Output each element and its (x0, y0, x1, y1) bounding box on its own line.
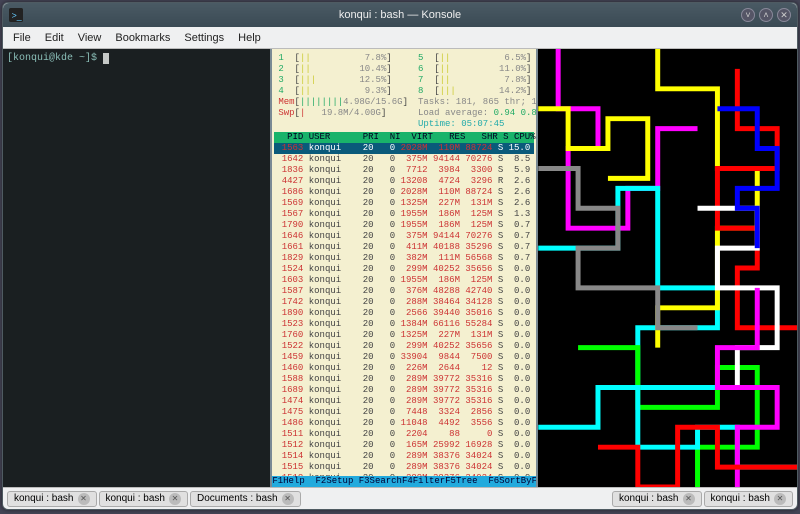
tab-close-icon[interactable]: ✕ (78, 493, 90, 505)
process-row[interactable]: 1512 konqui 20 0 165M 25992 16928 S 0.0 … (274, 440, 533, 451)
process-row[interactable]: 1569 konqui 20 0 1325M 227M 131M S 2.6 1… (274, 198, 533, 209)
process-row[interactable]: 1760 konqui 20 0 1325M 227M 131M S 0.0 1… (274, 330, 533, 341)
window-title: konqui : bash — Konsole (339, 9, 461, 21)
process-row[interactable]: 1514 konqui 20 0 289M 38376 34024 S 0.0 … (274, 451, 533, 462)
tabstrip-right: konqui : bash✕konqui : bash✕ (612, 491, 793, 507)
tab[interactable]: konqui : bash ✕ (7, 491, 97, 507)
process-row[interactable]: 1686 konqui 20 0 2028M 110M 88724 S 2.6 … (274, 187, 533, 198)
tab-close-icon[interactable]: ✕ (282, 493, 294, 505)
process-row[interactable]: 1890 konqui 20 0 2566 39440 35016 S 0.0 … (274, 308, 533, 319)
process-row[interactable]: 1829 konqui 20 0 382M 111M 56568 S 0.7 0… (274, 253, 533, 264)
terminal-pane-htop[interactable]: 1 [|| 7.8%]2 [|| 10.4%]3 [||| 12.5%]4 [|… (270, 49, 535, 487)
shell-prompt: [konqui@kde ~]$ (7, 53, 103, 64)
maximize-button[interactable]: ˄ (759, 8, 773, 22)
shell-cursor (103, 53, 109, 64)
process-row[interactable]: 1836 konqui 20 0 7712 3984 3300 S 5.9 3.… (274, 165, 533, 176)
tab-close-icon[interactable]: ✕ (683, 493, 695, 505)
terminal-pane-pipes[interactable] (536, 49, 797, 487)
tab[interactable]: konqui : bash✕ (99, 491, 189, 507)
tab[interactable]: Documents : bash ✕ (190, 491, 301, 507)
konsole-window: >_ konqui : bash — Konsole ˅ ˄ ✕ File Ed… (2, 2, 798, 510)
tabstrip-left: konqui : bash✕konqui : bash✕Documents : … (7, 491, 301, 507)
process-row[interactable]: 1603 konqui 20 0 1955M 186M 125M S 0.0 1… (274, 275, 533, 286)
pipes-screensaver (538, 49, 797, 487)
process-row[interactable]: 1661 konqui 20 0 411M 40188 35296 S 0.7 … (274, 242, 533, 253)
process-row[interactable]: 1587 konqui 20 0 376M 48288 42740 S 0.0 … (274, 286, 533, 297)
process-row[interactable]: 1563 konqui 20 0 2028M 110M 88724 S 15.0… (274, 143, 533, 154)
tab-label: Documents : bash (197, 493, 278, 504)
app-icon: >_ (9, 8, 23, 22)
process-row[interactable]: 1742 konqui 20 0 288M 38464 34128 S 0.0 … (274, 297, 533, 308)
menu-edit[interactable]: Edit (45, 32, 64, 44)
process-row[interactable]: 1642 konqui 20 0 375M 94144 70276 S 8.5 … (274, 154, 533, 165)
menu-help[interactable]: Help (238, 32, 261, 44)
terminal-pane-shell[interactable]: [konqui@kde ~]$ (3, 49, 270, 487)
minimize-button[interactable]: ˅ (741, 8, 755, 22)
htop-process-list[interactable]: 1563 konqui 20 0 2028M 110M 88724 S 15.0… (274, 143, 533, 487)
tab-label: konqui : bash (619, 493, 679, 504)
menu-bookmarks[interactable]: Bookmarks (115, 32, 170, 44)
htop-fkeys[interactable]: F1Help F2Setup F3SearchF4FilterF5Tree F6… (272, 476, 535, 487)
tab-close-icon[interactable]: ✕ (169, 493, 181, 505)
process-row[interactable]: 1790 konqui 20 0 1955M 186M 125M S 0.7 1… (274, 220, 533, 231)
htop-header: PID USER PRI NI VIRT RES SHR S CPU% MEM% (274, 132, 533, 143)
process-row[interactable]: 1524 konqui 20 0 299M 40252 35656 S 0.0 … (274, 264, 533, 275)
menu-file[interactable]: File (13, 32, 31, 44)
process-row[interactable]: 1511 konqui 20 0 2204 88 0 S 0.0 0.0 0 (274, 429, 533, 440)
bottombar: konqui : bash✕konqui : bash✕Documents : … (3, 487, 797, 509)
process-row[interactable]: 1567 konqui 20 0 1955M 186M 125M S 1.3 1… (274, 209, 533, 220)
menu-view[interactable]: View (78, 32, 102, 44)
process-row[interactable]: 1474 konqui 20 0 289M 39772 35316 S 0.0 … (274, 396, 533, 407)
process-row[interactable]: 4427 konqui 20 0 13208 4724 3296 R 2.6 0… (274, 176, 533, 187)
process-row[interactable]: 1689 konqui 20 0 289M 39772 35316 S 0.0 … (274, 385, 533, 396)
tab[interactable]: konqui : bash✕ (704, 491, 794, 507)
process-row[interactable]: 1646 konqui 20 0 375M 94144 70276 S 0.7 … (274, 231, 533, 242)
process-row[interactable]: 1523 konqui 20 0 1384M 66116 55284 S 0.0… (274, 319, 533, 330)
process-row[interactable]: 1486 konqui 20 0 11048 4492 3556 S 0.0 0… (274, 418, 533, 429)
tab-label: konqui : bash (14, 493, 74, 504)
tab[interactable]: konqui : bash ✕ (612, 491, 702, 507)
tab-close-icon[interactable]: ✕ (774, 493, 786, 505)
process-row[interactable]: 1459 konqui 20 0 33904 9844 7500 S 0.0 0… (274, 352, 533, 363)
htop-meters: 1 [|| 7.8%]2 [|| 10.4%]3 [||| 12.5%]4 [|… (274, 51, 533, 132)
process-row[interactable]: 1515 konqui 20 0 289M 38376 34024 S 0.0 … (274, 462, 533, 473)
tab-label: konqui : bash (711, 493, 771, 504)
titlebar[interactable]: >_ konqui : bash — Konsole ˅ ˄ ✕ (3, 3, 797, 27)
menu-settings[interactable]: Settings (184, 32, 224, 44)
close-button[interactable]: ✕ (777, 8, 791, 22)
process-row[interactable]: 1522 konqui 20 0 299M 40252 35656 S 0.0 … (274, 341, 533, 352)
process-row[interactable]: 1460 konqui 20 0 226M 2644 12 S 0.0 0.0 … (274, 363, 533, 374)
process-row[interactable]: 1475 konqui 20 0 7448 3324 2856 S 0.0 0.… (274, 407, 533, 418)
tab-label: konqui : bash (106, 493, 166, 504)
svg-text:>_: >_ (12, 11, 22, 21)
process-row[interactable]: 1588 konqui 20 0 289M 39772 35316 S 0.0 … (274, 374, 533, 385)
menubar: File Edit View Bookmarks Settings Help (3, 27, 797, 49)
